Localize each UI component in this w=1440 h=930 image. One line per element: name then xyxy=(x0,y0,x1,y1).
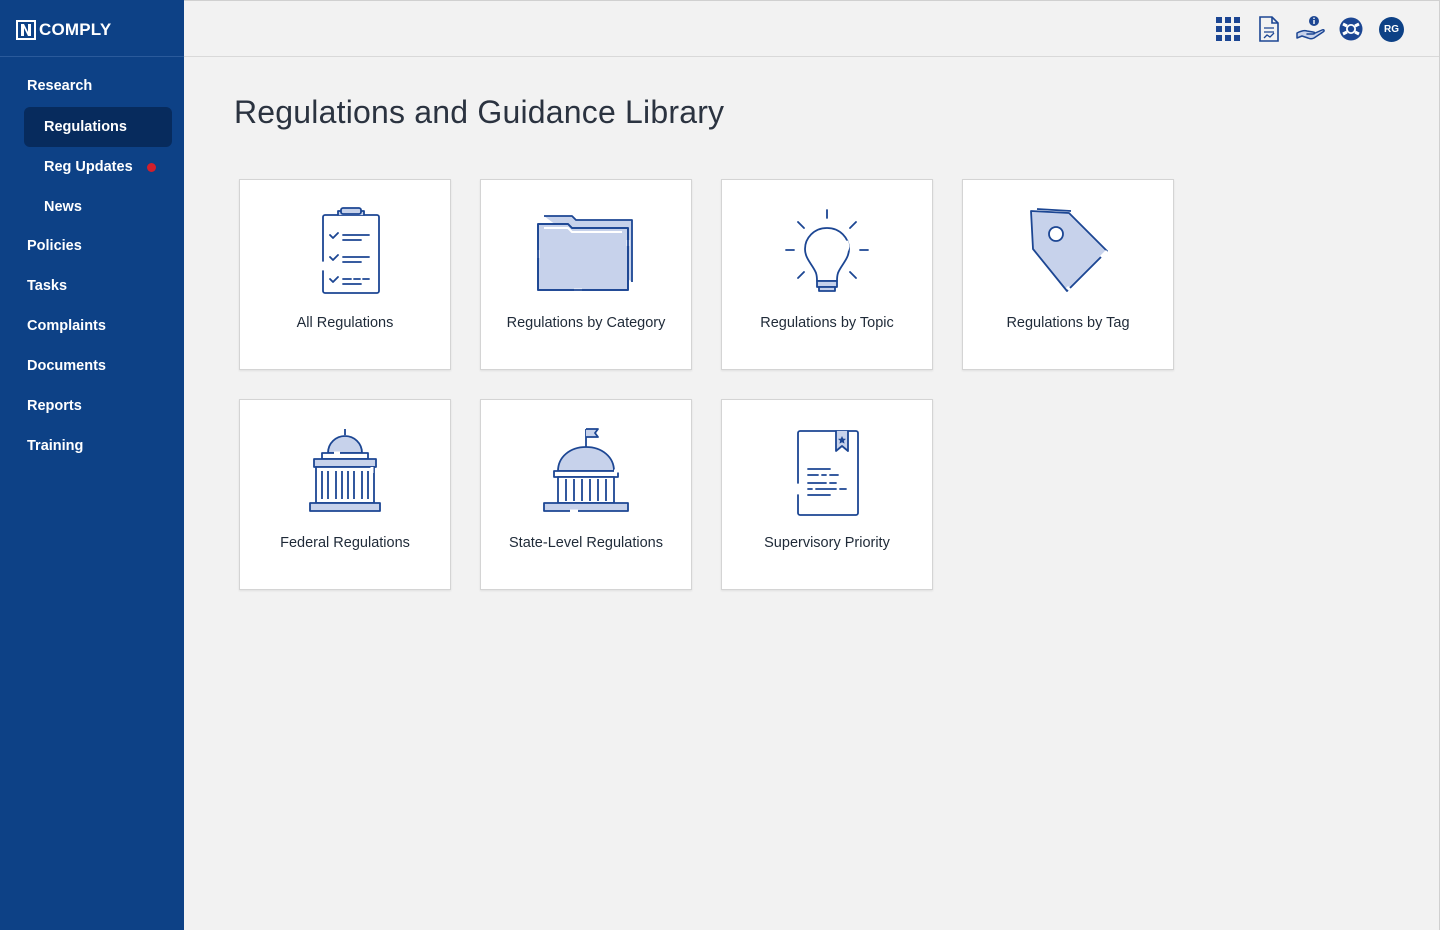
tag-icon xyxy=(1030,208,1109,293)
card-all-regulations[interactable]: All Regulations xyxy=(239,179,451,370)
notification-dot xyxy=(146,162,156,172)
card-regulations-by-category[interactable]: Regulations by Category xyxy=(480,179,692,370)
logo-text: COMPLY xyxy=(39,20,112,39)
sidebar-item-reports[interactable]: Reports xyxy=(27,398,82,414)
sidebar: COMPLY Research Regulations Reg Updates … xyxy=(0,0,184,930)
sidebar-item-documents[interactable]: Documents xyxy=(27,358,106,374)
hand-info-icon[interactable] xyxy=(1295,15,1327,43)
card-supervisory-priority[interactable]: Supervisory Priority xyxy=(721,399,933,590)
card-regulations-by-topic[interactable]: Regulations by Topic xyxy=(721,179,933,370)
sidebar-item-training[interactable]: Training xyxy=(27,438,83,454)
lightbulb-icon xyxy=(785,209,869,292)
card-label: Federal Regulations xyxy=(280,535,410,551)
top-bar xyxy=(184,0,1440,57)
sidebar-section-research[interactable]: Research xyxy=(27,78,92,94)
state-building-icon xyxy=(543,428,629,513)
card-regulations-by-tag[interactable]: Regulations by Tag xyxy=(962,179,1174,370)
app-logo[interactable]: COMPLY xyxy=(16,19,111,41)
sidebar-divider xyxy=(0,56,184,57)
card-federal-regulations[interactable]: Federal Regulations xyxy=(239,399,451,590)
sidebar-item-label: News xyxy=(44,199,82,215)
card-label: Regulations by Category xyxy=(506,315,666,331)
card-label: All Regulations xyxy=(296,315,394,331)
card-label: State-Level Regulations xyxy=(509,535,663,551)
sidebar-item-reg-updates[interactable]: Reg Updates xyxy=(24,147,172,187)
apps-grid-icon[interactable] xyxy=(1214,15,1242,43)
card-label: Regulations by Tag xyxy=(1006,315,1130,331)
page-title: Regulations and Guidance Library xyxy=(234,94,725,130)
sidebar-item-label: Reg Updates xyxy=(44,159,133,175)
card-label: Regulations by Topic xyxy=(760,315,894,331)
sidebar-item-tasks[interactable]: Tasks xyxy=(27,278,67,294)
capitol-building-icon xyxy=(309,429,381,512)
card-label: Supervisory Priority xyxy=(764,535,890,551)
document-chart-icon[interactable] xyxy=(1255,15,1283,43)
sidebar-item-policies[interactable]: Policies xyxy=(27,238,82,254)
card-state-level-regulations[interactable]: State-Level Regulations xyxy=(480,399,692,590)
sidebar-item-news[interactable]: News xyxy=(24,187,172,227)
clipboard-checklist-icon xyxy=(321,207,380,294)
folder-icon xyxy=(536,215,633,292)
user-avatar[interactable]: RG xyxy=(1379,17,1404,42)
n-logo-icon xyxy=(16,20,36,40)
sidebar-item-regulations[interactable]: Regulations xyxy=(24,107,172,147)
sidebar-item-label: Regulations xyxy=(44,119,127,135)
bookmarked-document-icon xyxy=(796,430,859,516)
sidebar-item-complaints[interactable]: Complaints xyxy=(27,318,106,334)
lifebuoy-icon[interactable] xyxy=(1337,15,1365,43)
